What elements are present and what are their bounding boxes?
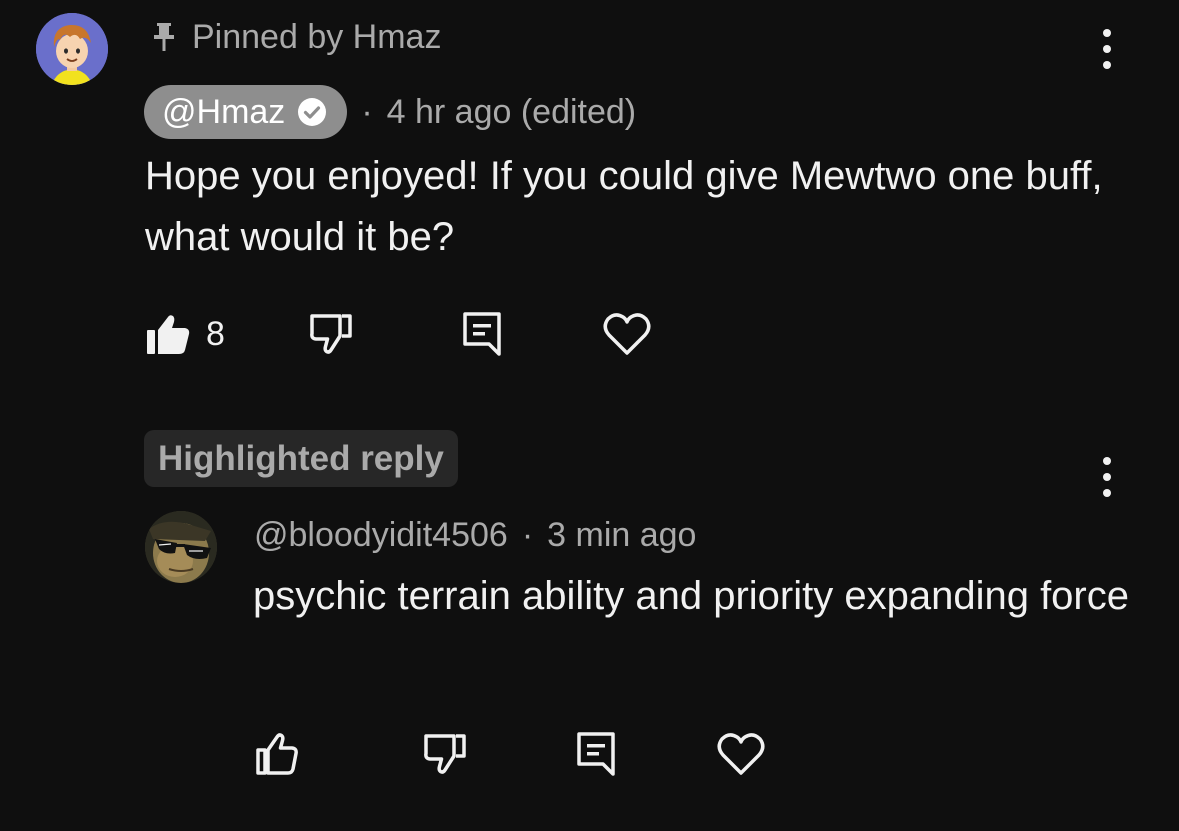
- author-handle-chip[interactable]: @Hmaz: [144, 85, 348, 139]
- heart-button[interactable]: [717, 732, 765, 776]
- comment-text: Hope you enjoyed! If you could give Mewt…: [145, 154, 1103, 259]
- reply-button[interactable]: [463, 312, 501, 356]
- verified-check-icon: [297, 97, 327, 127]
- pinned-label: Pinned by Hmaz: [192, 17, 442, 56]
- heart-icon: [717, 733, 765, 775]
- dislike-button[interactable]: [423, 733, 467, 775]
- meta-separator: ·: [361, 92, 373, 131]
- reply-more-button[interactable]: [1095, 457, 1119, 497]
- author-avatar[interactable]: [36, 13, 108, 85]
- highlighted-reply-badge: Highlighted reply: [144, 430, 458, 487]
- pin-icon: [150, 22, 178, 52]
- comment-action-bar: 8: [146, 304, 651, 364]
- heart-button[interactable]: [603, 312, 651, 356]
- meta-separator: ·: [521, 515, 534, 554]
- reply-author-avatar[interactable]: [145, 511, 217, 583]
- author-handle: @Hmaz: [162, 92, 286, 131]
- reply-icon: [463, 312, 501, 356]
- reply-action-bar: [255, 724, 765, 784]
- more-vertical-icon-dot: [1103, 29, 1111, 37]
- thumbs-down-icon: [310, 314, 352, 354]
- reply-button[interactable]: [577, 732, 615, 776]
- more-vertical-icon-dot: [1103, 457, 1111, 465]
- dislike-button[interactable]: [309, 313, 353, 355]
- reply-header: @bloodyidit4506 · 3 min ago: [254, 512, 696, 558]
- reply-author-handle[interactable]: @bloodyidit4506: [254, 516, 508, 555]
- comment-more-button[interactable]: [1095, 29, 1119, 69]
- reply-timestamp: 3 min ago: [547, 515, 697, 554]
- reply-icon: [577, 732, 615, 776]
- like-button[interactable]: [255, 733, 299, 775]
- like-count: 8: [206, 314, 225, 353]
- comment-header: @Hmaz · 4 hr ago (edited): [144, 85, 636, 139]
- thumbs-up-outline-icon: [256, 733, 298, 775]
- thumbs-down-icon: [424, 734, 466, 774]
- like-button[interactable]: 8: [146, 313, 225, 355]
- heart-icon: [603, 313, 651, 355]
- comment-timestamp: 4 hr ago (edited): [386, 92, 637, 131]
- thumbs-up-filled-icon: [147, 315, 190, 354]
- reply-text: psychic terrain ability and priority exp…: [253, 574, 1129, 618]
- pinned-indicator: Pinned by Hmaz: [150, 14, 441, 60]
